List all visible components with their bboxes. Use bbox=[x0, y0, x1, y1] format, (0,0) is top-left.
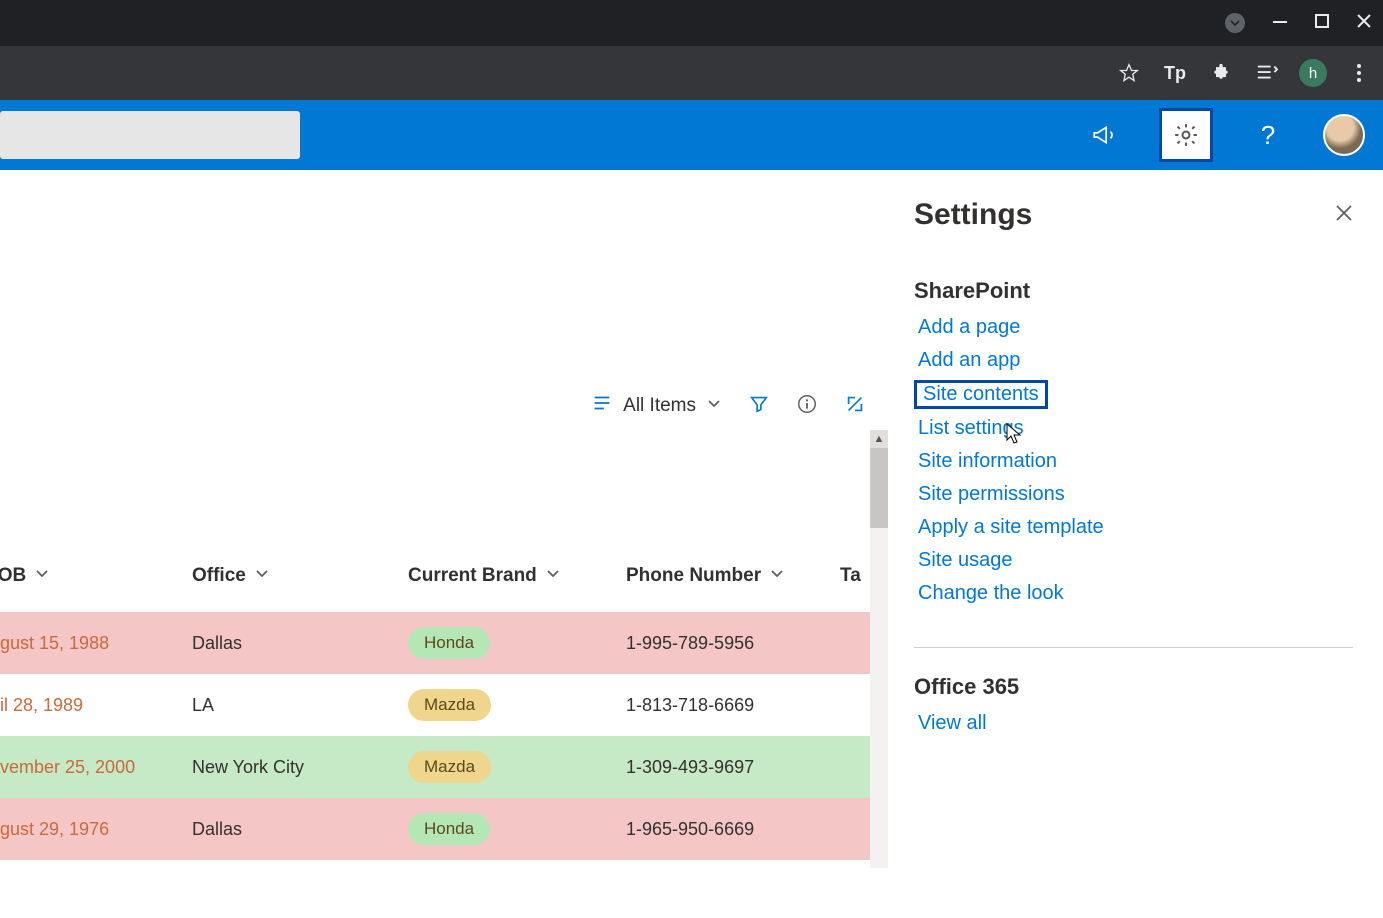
settings-link[interactable]: List settings bbox=[914, 415, 1028, 442]
table-row[interactable]: gust 15, 1988DallasHonda 1-995-789-5956 bbox=[0, 612, 888, 674]
column-label: Current Brand bbox=[408, 565, 537, 587]
extensions-puzzle-icon[interactable] bbox=[1207, 59, 1235, 87]
filter-icon[interactable] bbox=[748, 393, 770, 420]
user-avatar[interactable] bbox=[1323, 114, 1365, 156]
minimize-icon[interactable] bbox=[1273, 14, 1287, 33]
settings-link[interactable]: Change the look bbox=[914, 580, 1068, 607]
cell-phone: 1-813-718-6669 bbox=[626, 695, 840, 716]
suite-header: ? bbox=[0, 100, 1383, 170]
scroll-up-arrow-icon[interactable]: ▲ bbox=[870, 430, 888, 448]
column-header-phone[interactable]: Phone Number bbox=[626, 565, 840, 587]
browser-menu-icon[interactable] bbox=[1345, 59, 1373, 87]
table-row[interactable]: il 28, 1989LAMazda 1-813-718-6669 bbox=[0, 674, 888, 736]
cell-office: Dallas bbox=[192, 819, 408, 840]
brand-pill: Honda bbox=[408, 813, 490, 845]
profile-avatar-icon[interactable]: h bbox=[1299, 59, 1327, 87]
reading-list-icon[interactable] bbox=[1253, 59, 1281, 87]
cell-brand: Honda bbox=[408, 813, 626, 845]
table-header-row: DOB Office Current Brand Phone Number Ta bbox=[0, 565, 888, 597]
browser-titlebar bbox=[0, 0, 1383, 46]
settings-gear-icon[interactable] bbox=[1159, 108, 1213, 162]
info-icon[interactable] bbox=[796, 393, 818, 420]
expand-icon[interactable] bbox=[844, 393, 866, 420]
cell-dob: il 28, 1989 bbox=[0, 695, 192, 716]
chevron-down-icon bbox=[254, 565, 270, 587]
list-region: All Items DOB Office bbox=[0, 170, 888, 918]
brand-pill: Mazda bbox=[408, 689, 491, 721]
sharepoint-links: Add a page Add an app Site contents List se… bbox=[914, 314, 1353, 607]
table-row[interactable]: vember 25, 2000New York CityMazda 1-309-4… bbox=[0, 736, 888, 798]
cell-brand: Mazda bbox=[408, 689, 626, 721]
search-input[interactable] bbox=[0, 111, 300, 159]
settings-link[interactable]: Site permissions bbox=[914, 481, 1069, 508]
bookmark-star-icon[interactable] bbox=[1115, 59, 1143, 87]
extension-tp-icon[interactable]: Tp bbox=[1161, 59, 1189, 87]
column-label: Phone Number bbox=[626, 565, 761, 587]
column-header-dob[interactable]: DOB bbox=[0, 565, 192, 587]
settings-link[interactable]: Add an app bbox=[914, 347, 1024, 374]
panel-divider bbox=[914, 647, 1353, 648]
settings-link[interactable]: Site contents bbox=[914, 380, 1048, 409]
maximize-icon[interactable] bbox=[1315, 14, 1329, 33]
cell-office: New York City bbox=[192, 757, 408, 778]
view-switcher[interactable]: All Items bbox=[591, 392, 722, 420]
cell-brand: Mazda bbox=[408, 751, 626, 783]
close-panel-icon[interactable] bbox=[1335, 202, 1353, 228]
settings-panel: Settings SharePoint Add a page Add an app… bbox=[888, 170, 1383, 918]
cell-phone: 1-995-789-5956 bbox=[626, 633, 840, 654]
view-label: All Items bbox=[623, 395, 696, 417]
cell-dob: gust 29, 1976 bbox=[0, 819, 192, 840]
column-header-brand[interactable]: Current Brand bbox=[408, 565, 626, 587]
cell-dob: vember 25, 2000 bbox=[0, 757, 192, 778]
chevron-down-icon bbox=[769, 565, 785, 587]
cell-dob: gust 15, 1988 bbox=[0, 633, 192, 654]
brand-pill: Mazda bbox=[408, 751, 491, 783]
history-dropdown-icon[interactable] bbox=[1225, 13, 1245, 33]
column-label: Office bbox=[192, 565, 246, 587]
table-row[interactable]: gust 29, 1976DallasHonda 1-965-950-6669 bbox=[0, 798, 888, 860]
settings-link[interactable]: Site usage bbox=[914, 547, 1017, 574]
column-label: DOB bbox=[0, 565, 26, 587]
vertical-scrollbar[interactable]: ▲ bbox=[870, 430, 888, 910]
settings-link[interactable]: Apply a site template bbox=[914, 514, 1108, 541]
column-header-office[interactable]: Office bbox=[192, 565, 408, 587]
settings-panel-title: Settings bbox=[914, 198, 1032, 232]
chevron-down-icon bbox=[706, 395, 722, 417]
scroll-track[interactable] bbox=[870, 448, 888, 868]
command-bar: All Items bbox=[591, 392, 866, 420]
cell-office: Dallas bbox=[192, 633, 408, 654]
section-sharepoint-title: SharePoint bbox=[914, 278, 1353, 304]
scroll-thumb[interactable] bbox=[870, 448, 888, 528]
table-body: gust 15, 1988DallasHonda1-995-789-5956il… bbox=[0, 612, 888, 860]
section-o365-title: Office 365 bbox=[914, 674, 1353, 700]
cell-phone: 1-965-950-6669 bbox=[626, 819, 840, 840]
cell-brand: Honda bbox=[408, 627, 626, 659]
settings-link[interactable]: View all bbox=[914, 710, 991, 737]
cell-office: LA bbox=[192, 695, 408, 716]
office365-links: View all bbox=[914, 710, 1353, 737]
browser-toolbar: Tp h bbox=[0, 46, 1383, 100]
megaphone-icon[interactable] bbox=[1077, 108, 1131, 162]
help-icon[interactable]: ? bbox=[1241, 108, 1295, 162]
cell-phone: 1-309-493-9697 bbox=[626, 757, 840, 778]
settings-link[interactable]: Site information bbox=[914, 448, 1061, 475]
column-label: Ta bbox=[840, 565, 861, 587]
chevron-down-icon bbox=[545, 565, 561, 587]
settings-link[interactable]: Add a page bbox=[914, 314, 1024, 341]
list-lines-icon bbox=[591, 392, 613, 420]
chevron-down-icon bbox=[34, 565, 50, 587]
window-close-icon[interactable] bbox=[1357, 14, 1371, 33]
brand-pill: Honda bbox=[408, 627, 490, 659]
